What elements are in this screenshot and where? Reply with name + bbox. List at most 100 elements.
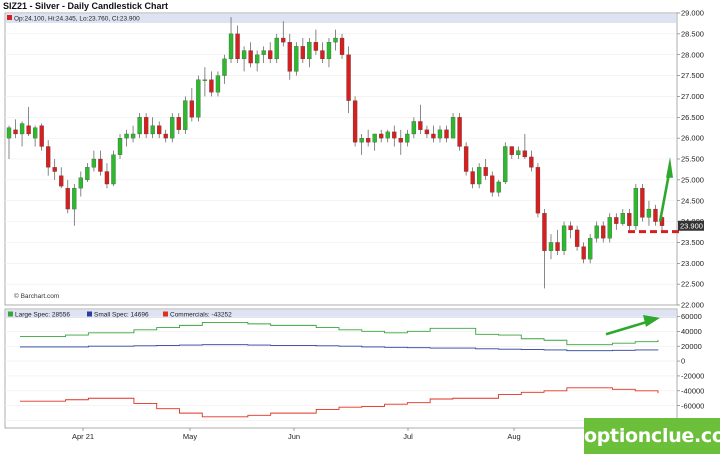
candle-up [222,58,227,76]
price-tick-label: 27.000 [681,92,704,101]
candle-down [157,125,162,135]
x-tick-label: Aug [507,432,520,441]
candle-up [294,46,299,72]
candle-down [463,146,469,172]
candle-up [450,117,456,139]
credit-label: © Barchart.com [14,292,59,300]
candle-down [65,188,70,210]
price-panel: Op:24.100, Hi:24.345, Lo:23.760, Cl:23.9… [4,9,704,310]
price-tick-label: 28.000 [681,50,704,59]
candle-down [529,156,534,168]
candle-down [313,42,319,51]
candle-up [137,117,142,135]
cot-tick-label: 40000 [681,327,702,336]
cot-tick-label: 20000 [681,342,702,351]
cot-legend-swatch [87,311,92,317]
candle-down [379,133,384,139]
cot-tick-label: 0 [681,357,685,366]
candle-up [548,242,554,251]
chart-stage: SIZ21 - Silver - Daily Candlestick Chart… [0,0,720,454]
candle-up [385,131,390,139]
candle-up [633,188,639,226]
candle-up [241,50,247,60]
candle-up [130,133,136,139]
candle-up [326,42,332,60]
price-tick-label: 23.500 [681,238,704,247]
brand-watermark: optionclue.com [584,418,720,454]
price-tick-label: 23.000 [681,259,704,268]
candle-down [555,242,560,251]
candle-up [202,79,208,81]
candle-down [104,171,110,185]
candle-down [59,175,64,187]
candle-down [470,171,475,185]
x-tick-label: Apr 21 [72,432,94,441]
candle-down [574,229,580,247]
ohlc-readout: Op:24.100, Hi:24.345, Lo:23.760, Cl:23.9… [14,16,140,23]
candle-down [627,213,632,226]
price-tick-label: 29.000 [681,9,704,18]
candle-down [52,167,57,172]
candle-up [561,225,567,251]
candle-down [522,150,528,158]
candle-up [117,138,123,155]
candle-down [300,46,305,60]
candle-up [516,150,521,155]
candle-up [6,127,12,139]
candle-down [143,117,149,135]
candle-down [163,133,168,139]
candle-up [333,37,338,43]
cot-tick-label: -60000 [681,401,704,410]
x-tick-label: Jun [288,432,300,441]
candle-down [281,37,286,43]
price-tick-label: 26.000 [681,134,704,143]
candle-up [646,208,652,218]
candle-up [150,125,155,135]
candle-up [274,37,279,60]
candle-up [19,123,25,135]
candle-down [26,125,31,135]
candle-down [209,79,214,93]
price-tick-label: 27.500 [681,71,704,80]
candle-down [268,50,273,60]
candle-up [594,225,599,239]
candle-up [607,217,612,239]
last-price-label: 23.900 [680,222,703,231]
candle-down [535,167,541,214]
candle-up [111,154,116,185]
candle-down [392,131,397,139]
candle-down [424,129,430,135]
candle-up [405,133,410,143]
candle-down [457,117,462,147]
cot-legend-swatch [163,311,168,317]
cot-tick-label: 60000 [681,312,702,321]
candle-up [228,33,234,60]
candle-up [411,121,417,135]
candle-down [352,100,358,143]
candle-up [124,133,129,139]
candle-down [431,133,436,139]
candle-down [444,129,449,139]
candle-down [189,100,194,118]
candle-down [98,158,103,172]
candle-down [248,50,253,64]
candle-up [91,158,97,168]
candle-up [196,79,201,118]
candle-up [72,188,77,210]
x-tick-label: May [183,432,197,441]
price-tick-label: 25.500 [681,155,704,164]
candle-down [320,50,325,60]
candle-up [359,138,364,143]
cot-frame [4,308,678,429]
candle-down [235,33,240,60]
candle-up [215,75,221,93]
candle-up [477,167,482,185]
candle-up [183,100,188,130]
cot-legend-label: Small Spec: 14696 [94,312,149,319]
cot-tick-label: -40000 [681,386,704,395]
candle-up [78,177,83,189]
candle-up [32,127,38,139]
candle-down [339,37,345,55]
candle-up [170,117,175,139]
candle-down [13,129,18,135]
